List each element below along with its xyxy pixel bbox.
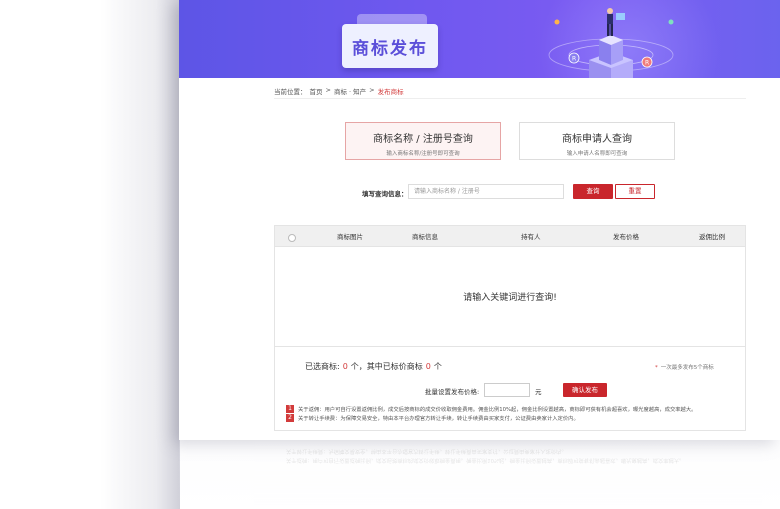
column-header-price: 发布价格: [613, 233, 639, 241]
breadcrumb-label: 当前位置：: [274, 88, 307, 96]
column-header-commission: 返佣比例: [699, 233, 725, 241]
note-text: 关于返佣：用户可自行设置返佣比例，成交后按商标的成交价收取佣金费用。佣金比例10…: [298, 407, 697, 413]
breadcrumb: 当前位置： 首页 > 商标 · 知产 > 发布商标: [274, 86, 404, 96]
breadcrumb-separator: >: [369, 86, 375, 94]
search-label: 填写查询信息：: [362, 190, 408, 198]
note-number-badge: 1: [286, 405, 294, 413]
currency-unit: 元: [535, 388, 542, 396]
note-text: 关于转让手续费：为保障交易安全，特由本平台办理官方转让手续，转让手续费由买家支付…: [298, 416, 579, 422]
table-body: 请输入关键词进行查询!: [274, 247, 746, 347]
page-preview: 商标发布 R R 当前位置： 首页 > 商标 · 知产 > 发布商标 商标名称 …: [179, 0, 780, 440]
select-all-checkbox[interactable]: [288, 234, 296, 242]
banner: 商标发布 R R: [179, 0, 780, 78]
tab-title: 商标名称 / 注册号查询: [373, 134, 473, 145]
svg-text:R: R: [645, 60, 649, 67]
batch-price-label: 批量设置发布价格:: [425, 388, 480, 396]
asterisk-icon: *: [655, 365, 658, 371]
reset-button[interactable]: 重置: [615, 184, 655, 199]
note-number-badge: 2: [286, 414, 294, 422]
empty-message: 请输入关键词进行查询!: [463, 293, 557, 303]
reflection-line: 关于返佣：用户可自行设置返佣比例，成交后按商标的成交价收取佣金费用。佣金比例10…: [286, 457, 685, 463]
tab-applicant-search[interactable]: 商标申请人查询 输入申请人名称即可查询: [519, 122, 675, 160]
batch-price-input[interactable]: [484, 383, 530, 397]
selected-suffix: 个: [433, 362, 442, 371]
column-header-info: 商标信息: [412, 233, 438, 241]
reflection-line: 关于转让手续费：为保障交易安全，特由本平台办理官方转让手续，转让手续费由买家支付…: [286, 448, 567, 454]
breadcrumb-separator: >: [325, 86, 331, 94]
banner-title: 商标发布: [352, 38, 428, 59]
breadcrumb-home[interactable]: 首页: [310, 86, 323, 96]
page-shadow: [100, 0, 180, 509]
note-transfer-fee: 2 关于转让手续费：为保障交易安全，特由本平台办理官方转让手续，转让手续费由买家…: [286, 414, 579, 422]
selected-summary: 已选商标: 0 个，其中已标价商标 0 个: [305, 361, 442, 372]
query-button[interactable]: 查询: [573, 184, 613, 199]
search-input[interactable]: 请输入商标名称 / 注册号: [408, 184, 564, 199]
priced-count: 0: [425, 362, 431, 371]
banner-illustration: R R: [548, 8, 674, 78]
selected-prefix: 已选商标:: [305, 362, 340, 371]
table-header: 商标图片 商标信息 持有人 发布价格 返佣比例: [274, 225, 746, 247]
tab-title: 商标申请人查询: [562, 134, 632, 145]
banner-title-card: 商标发布: [342, 24, 438, 68]
tab-name-regno-search[interactable]: 商标名称 / 注册号查询 输入商标名称/注册号即可查询: [345, 122, 501, 160]
max-note-text: 一次最多发布5个商标: [660, 365, 714, 371]
max-publish-note: * 一次最多发布5个商标: [655, 363, 714, 371]
divider: [274, 98, 746, 99]
column-header-image: 商标图片: [337, 233, 363, 241]
breadcrumb-current: 发布商标: [377, 88, 404, 96]
column-header-owner: 持有人: [521, 233, 541, 241]
page-reflection: 关于转让手续费：为保障交易安全，特由本平台办理官方转让手续，转让手续费由买家支付…: [179, 440, 780, 509]
selected-count: 0: [342, 362, 348, 371]
selected-mid: 个，其中已标价商标: [350, 362, 423, 371]
tab-subtitle: 输入商标名称/注册号即可查询: [386, 151, 460, 157]
tab-subtitle: 输入申请人名称即可查询: [566, 151, 628, 157]
svg-text:R: R: [572, 56, 576, 63]
confirm-publish-button[interactable]: 确认发布: [563, 383, 607, 397]
note-commission: 1 关于返佣：用户可自行设置返佣比例，成交后按商标的成交价收取佣金费用。佣金比例…: [286, 405, 696, 413]
breadcrumb-category[interactable]: 商标 · 知产: [334, 86, 366, 96]
